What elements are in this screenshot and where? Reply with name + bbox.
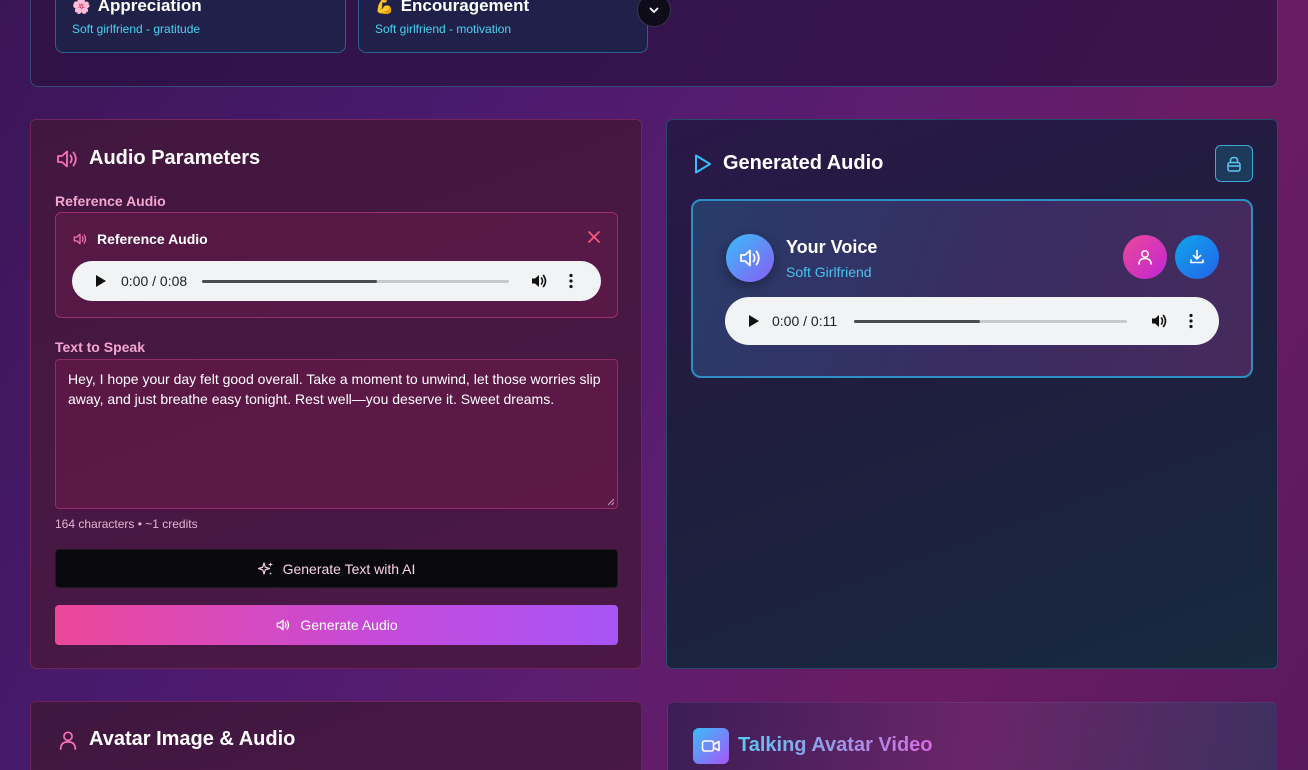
avatar-image-audio-panel: Avatar Image & Audio <box>30 701 642 770</box>
reference-audio-label: Reference Audio <box>55 193 166 209</box>
download-audio-button[interactable] <box>1175 235 1219 279</box>
generated-audio-player[interactable]: 0:00 / 0:11 <box>725 297 1219 345</box>
preset-subtitle: Soft girlfriend - gratitude <box>72 22 201 36</box>
audio-parameters-panel: Audio Parameters Reference Audio Referen… <box>30 119 642 669</box>
reference-audio-title: Reference Audio <box>72 231 208 247</box>
avatar-section-heading: Avatar Image & Audio <box>57 728 295 751</box>
flexed-arm-icon: 💪 <box>375 0 394 15</box>
character-counter: 164 characters • ~1 credits <box>55 517 198 531</box>
preset-title: 💪 Encouragement <box>375 0 530 15</box>
player-time: 0:00 / 0:11 <box>772 313 838 329</box>
player-seek-bar[interactable] <box>202 279 510 283</box>
play-icon[interactable] <box>92 273 108 289</box>
download-icon <box>1190 249 1204 264</box>
preset-card-appreciation[interactable]: 🌸 Appreciation Soft girlfriend - gratitud… <box>55 0 346 53</box>
generated-audio-heading: Generated Audio <box>693 152 883 175</box>
sparkles-icon <box>257 561 273 575</box>
text-to-speak-input[interactable]: Hey, I hope your day felt good overall. … <box>55 359 618 509</box>
voice-presets-panel: 🌸 Appreciation Soft girlfriend - gratitud… <box>30 0 1278 87</box>
speaker-icon <box>57 150 77 167</box>
voice-subtitle: Soft Girlfriend <box>786 264 872 280</box>
speaker-icon <box>740 249 760 267</box>
speaker-icon <box>73 233 87 245</box>
play-icon[interactable] <box>745 313 761 329</box>
generated-voice-card: Your Voice Soft Girlfriend 0:00 / 0:11 <box>691 199 1253 378</box>
reference-audio-player[interactable]: 0:00 / 0:08 <box>72 261 601 301</box>
text-to-speak-label: Text to Speak <box>55 339 145 355</box>
resize-grip-icon[interactable] <box>607 498 615 506</box>
volume-icon[interactable] <box>530 272 548 290</box>
lock-button[interactable] <box>1215 145 1253 182</box>
reference-audio-box: Reference Audio 0:00 / 0:08 <box>55 212 618 318</box>
lock-icon <box>1227 156 1241 172</box>
player-seek-bar[interactable] <box>854 319 1128 323</box>
video-section-heading: Talking Avatar Video <box>738 734 933 756</box>
remove-reference-button[interactable] <box>587 230 601 244</box>
preset-subtitle: Soft girlfriend - motivation <box>375 22 512 36</box>
generate-text-ai-button[interactable]: Generate Text with AI <box>55 549 618 588</box>
talking-avatar-video-panel: Talking Avatar Video <box>667 702 1277 770</box>
player-progress <box>854 319 980 323</box>
player-time: 0:00 / 0:08 <box>121 273 188 289</box>
chevron-down-icon <box>649 7 659 13</box>
video-camera-icon <box>693 728 729 764</box>
more-options-icon[interactable] <box>1183 313 1199 329</box>
player-progress <box>202 279 378 283</box>
audio-parameters-heading: Audio Parameters <box>55 147 260 170</box>
user-icon <box>59 730 77 750</box>
generated-audio-panel: Generated Audio Your Voice Soft Girlfrie… <box>666 119 1278 669</box>
preset-title: 🌸 Appreciation <box>72 0 202 15</box>
flower-icon: 🌸 <box>72 0 91 15</box>
preset-card-encouragement[interactable]: 💪 Encouragement Soft girlfriend - motivat… <box>358 0 648 53</box>
use-for-avatar-button[interactable] <box>1123 235 1167 279</box>
voice-name: Your Voice <box>786 237 878 257</box>
speaker-icon <box>276 619 290 631</box>
voice-avatar <box>726 234 774 282</box>
expand-presets-button[interactable] <box>637 0 671 27</box>
more-options-icon[interactable] <box>563 273 579 289</box>
generate-audio-button[interactable]: Generate Audio <box>55 605 618 645</box>
user-icon <box>1138 250 1152 265</box>
volume-icon[interactable] <box>1150 312 1168 330</box>
play-outline-icon <box>695 154 711 173</box>
